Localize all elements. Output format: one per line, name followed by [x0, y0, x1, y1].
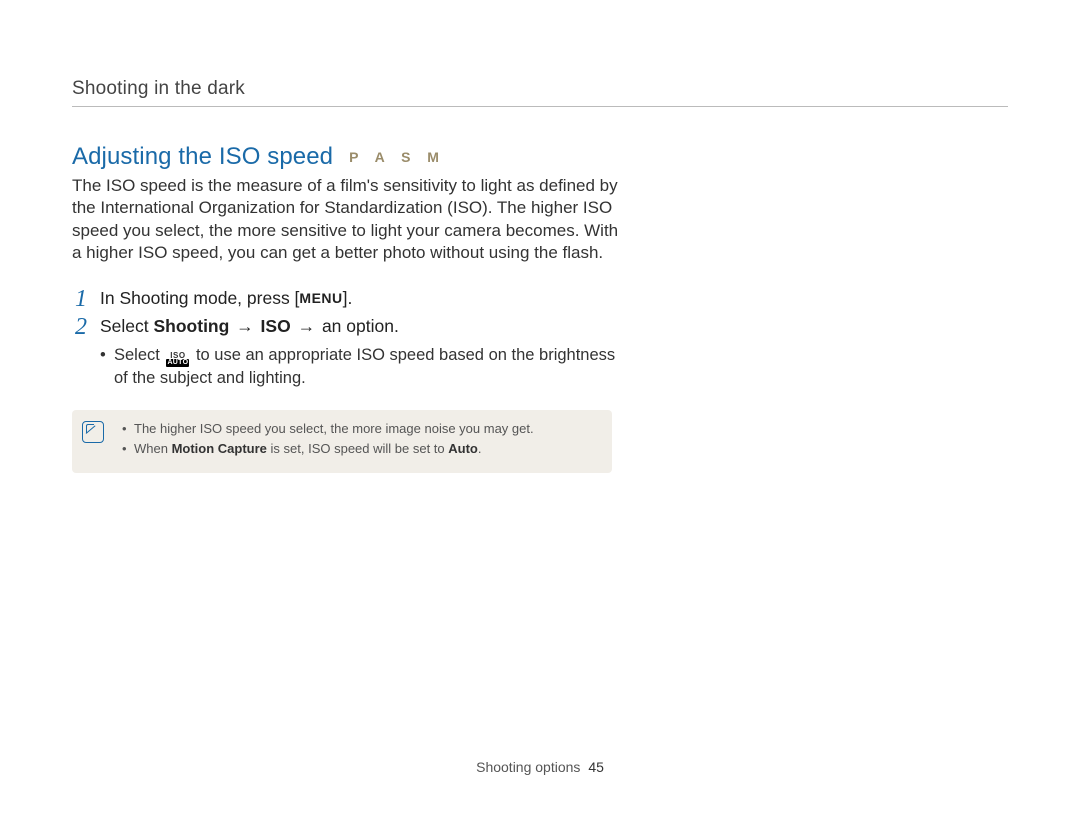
page-number: 45	[588, 759, 604, 775]
note-box: The higher ISO speed you select, the mor…	[72, 410, 612, 474]
section-heading-row: Adjusting the ISO speed P A S M	[72, 143, 1008, 171]
note-bullet: When Motion Capture is set, ISO speed wi…	[122, 440, 598, 459]
step-1: 1 In Shooting mode, press [MENU].	[72, 287, 632, 311]
arrow-icon: →	[229, 316, 260, 336]
steps-list: 1 In Shooting mode, press [MENU]. 2 Sele…	[72, 287, 632, 390]
page-footer: Shooting options 45	[0, 759, 1080, 775]
nav-path-shooting: Shooting	[154, 316, 230, 336]
nav-path-iso: ISO	[261, 316, 291, 336]
iso-auto-icon-bottom: AUTO	[166, 359, 189, 367]
step-text-suffix: an option.	[322, 316, 399, 336]
step-text-suffix: ].	[343, 288, 353, 308]
note-post: .	[478, 441, 482, 456]
note-bold: Auto	[448, 441, 478, 456]
step-body: Select Shooting → ISO → an option. Selec…	[100, 315, 632, 390]
section-title: Adjusting the ISO speed	[72, 143, 333, 171]
step-text-prefix: Select	[100, 316, 154, 336]
note-mid: is set, ISO speed will be set to	[267, 441, 448, 456]
note-bold: Motion Capture	[172, 441, 267, 456]
step-text-prefix: In Shooting mode, press [	[100, 288, 299, 308]
sub-bullet-list: Select ISO AUTO to use an appropriate IS…	[100, 344, 632, 389]
note-pre: When	[134, 441, 172, 456]
manual-page: Shooting in the dark Adjusting the ISO s…	[0, 0, 1080, 815]
note-icon	[82, 421, 104, 443]
menu-keycap: MENU	[299, 290, 342, 306]
footer-section: Shooting options	[476, 759, 580, 775]
iso-auto-icon: ISO AUTO	[166, 353, 189, 367]
mode-badges: P A S M	[349, 149, 445, 165]
step-2: 2 Select Shooting → ISO → an option. Sel…	[72, 315, 632, 390]
step-body: In Shooting mode, press [MENU].	[100, 287, 632, 311]
step-number: 2	[72, 315, 90, 390]
step-number: 1	[72, 287, 90, 311]
running-head: Shooting in the dark	[72, 78, 1008, 107]
sub-bullet-pre: Select	[114, 346, 164, 364]
section-intro: The ISO speed is the measure of a film's…	[72, 175, 632, 265]
sub-bullet: Select ISO AUTO to use an appropriate IS…	[100, 344, 632, 389]
note-bullet-list: The higher ISO speed you select, the mor…	[122, 420, 598, 460]
arrow-icon: →	[291, 316, 322, 336]
note-bullet: The higher ISO speed you select, the mor…	[122, 420, 598, 439]
note-text: The higher ISO speed you select, the mor…	[134, 421, 534, 436]
